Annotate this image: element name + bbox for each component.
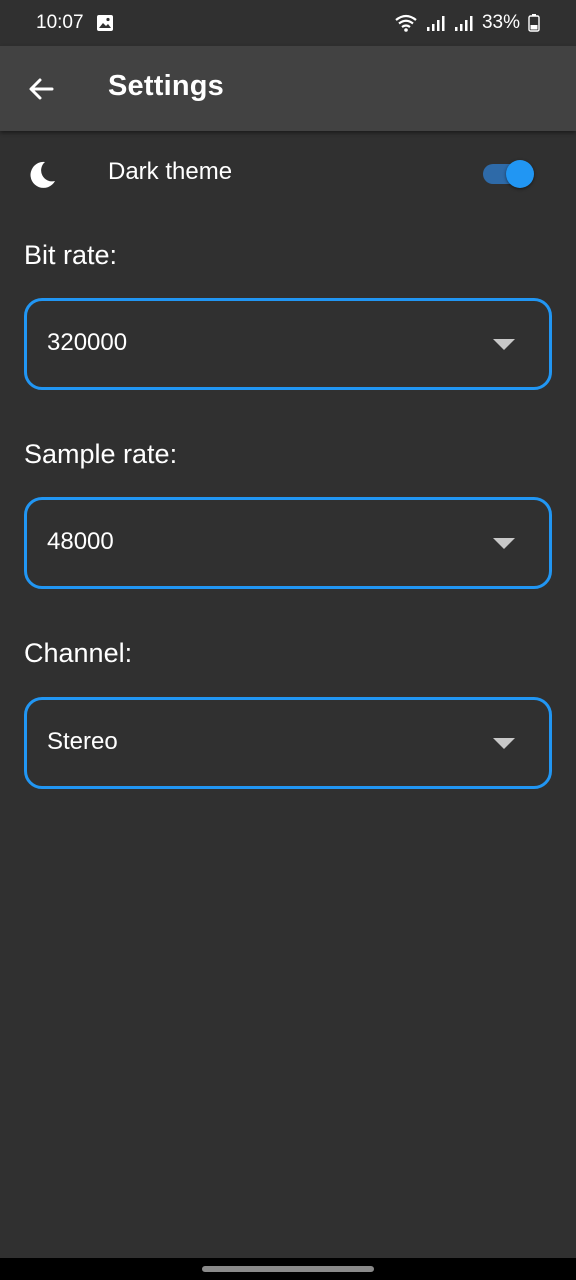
home-gesture-handle[interactable] xyxy=(202,1266,374,1272)
toggle-thumb xyxy=(506,160,534,188)
dropdown-arrow-icon xyxy=(493,538,515,549)
sample-rate-label: Sample rate: xyxy=(24,439,178,469)
status-right: 33% xyxy=(394,12,540,34)
page-title: Settings xyxy=(108,70,224,102)
status-left: 10:07 xyxy=(36,12,114,34)
battery-icon xyxy=(528,14,540,32)
channel-dropdown[interactable]: Stereo xyxy=(24,697,552,789)
back-button[interactable] xyxy=(22,70,60,108)
bit-rate-dropdown[interactable]: 320000 xyxy=(24,298,552,390)
system-nav-bar xyxy=(0,1258,576,1280)
dark-theme-label: Dark theme xyxy=(108,158,233,185)
dropdown-arrow-icon xyxy=(493,339,515,350)
signal-icon xyxy=(454,14,474,32)
dark-theme-toggle[interactable] xyxy=(483,160,539,188)
sample-rate-value: 48000 xyxy=(47,528,114,555)
wifi-icon xyxy=(394,13,418,33)
signal-icon xyxy=(426,14,446,32)
dark-theme-row[interactable]: Dark theme xyxy=(0,140,576,206)
status-time: 10:07 xyxy=(36,12,84,33)
status-bar: 10:07 33% xyxy=(0,0,576,46)
sample-rate-dropdown[interactable]: 48000 xyxy=(24,497,552,589)
app-bar: Settings xyxy=(0,46,576,131)
dropdown-arrow-icon xyxy=(493,738,515,749)
channel-value: Stereo xyxy=(47,728,118,755)
moon-icon xyxy=(30,161,55,188)
bit-rate-value: 320000 xyxy=(47,329,128,356)
arrow-back-icon xyxy=(29,78,54,100)
bit-rate-label: Bit rate: xyxy=(24,240,118,270)
battery-percent: 33% xyxy=(481,12,520,33)
image-icon xyxy=(96,14,114,32)
channel-label: Channel: xyxy=(24,638,133,668)
